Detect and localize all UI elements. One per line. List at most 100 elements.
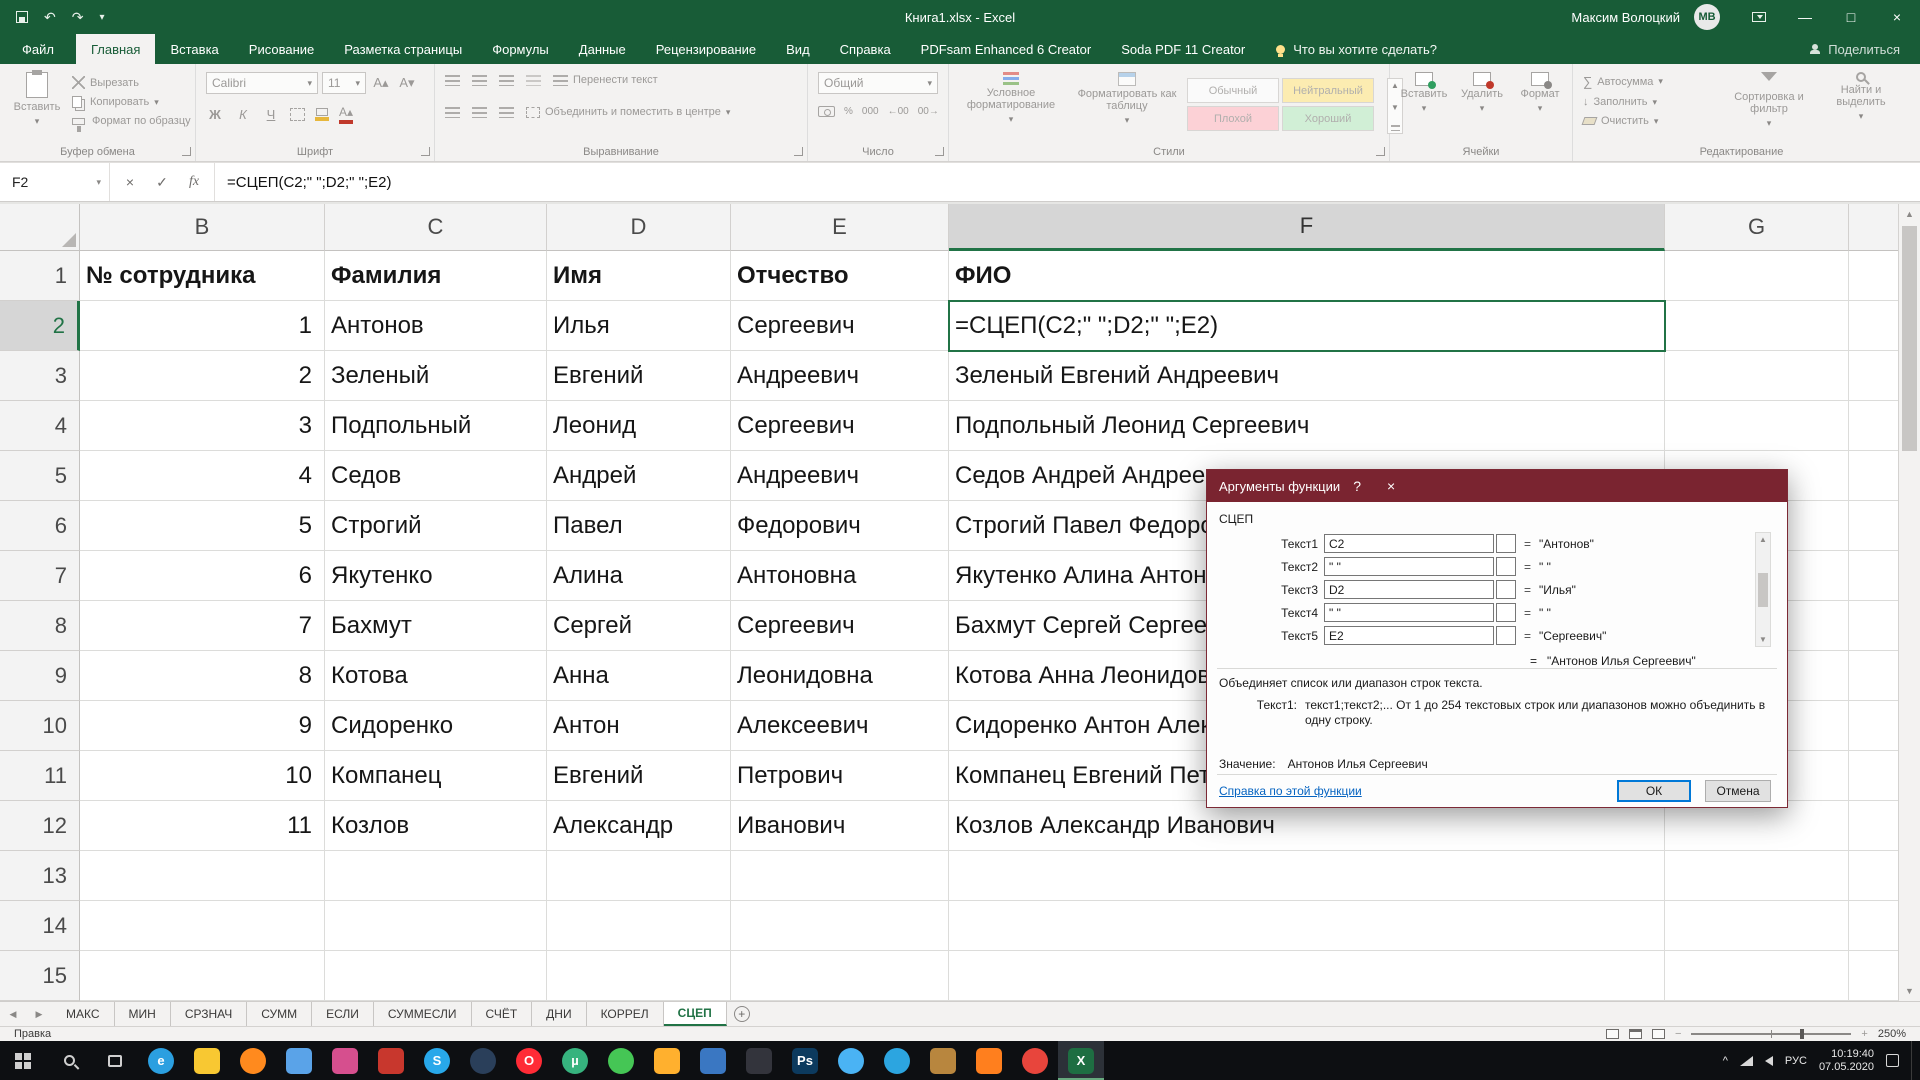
cancel-button[interactable]: Отмена <box>1705 780 1771 802</box>
row-header[interactable]: 5 <box>0 451 80 501</box>
minimize-button[interactable]: — <box>1782 0 1828 34</box>
row-header[interactable]: 12 <box>0 801 80 851</box>
cell-style-item[interactable]: Плохой <box>1187 106 1279 131</box>
taskbar-app[interactable] <box>874 1041 920 1080</box>
cell[interactable]: Антон <box>547 701 731 751</box>
cell[interactable]: 1 <box>80 301 325 351</box>
collapse-dialog-icon[interactable] <box>1496 557 1516 576</box>
fill-button[interactable]: ↓Заполнить▾ <box>1583 96 1663 108</box>
delete-cells-button[interactable]: Удалить ▾ <box>1454 72 1510 114</box>
column-header-b[interactable]: B <box>80 204 325 251</box>
taskbar-app[interactable]: O <box>506 1041 552 1080</box>
percent-style-icon[interactable]: % <box>844 106 853 117</box>
search-button[interactable] <box>46 1041 92 1080</box>
taskbar-app[interactable] <box>828 1041 874 1080</box>
ribbon-tab[interactable]: Разметка страницы <box>329 34 477 64</box>
cell[interactable]: Леонидовна <box>731 651 949 701</box>
cell[interactable]: 5 <box>80 501 325 551</box>
cell[interactable]: Павел <box>547 501 731 551</box>
increase-decimal-icon[interactable]: ←00 <box>888 106 909 117</box>
dialog-title-bar[interactable]: Аргументы функции ? × <box>1207 470 1787 502</box>
align-left-icon[interactable] <box>445 107 460 118</box>
cell-style-item[interactable]: Нейтральный <box>1282 78 1374 103</box>
cell[interactable]: Евгений <box>547 751 731 801</box>
column-header-d[interactable]: D <box>547 204 731 251</box>
taskbar-app[interactable] <box>276 1041 322 1080</box>
font-size-select[interactable]: 11▾ <box>322 72 366 94</box>
tab-file[interactable]: Файл <box>0 34 76 64</box>
cell[interactable]: Иванович <box>731 801 949 851</box>
cell[interactable] <box>1849 751 1898 801</box>
formula-input[interactable]: =СЦЕП(C2;" ";D2;" ";E2) <box>215 163 391 201</box>
column-header-e[interactable]: E <box>731 204 949 251</box>
cell[interactable]: Зеленый Евгений Андреевич <box>949 351 1665 401</box>
close-button[interactable]: × <box>1874 0 1920 34</box>
taskbar-app[interactable] <box>460 1041 506 1080</box>
row-header[interactable]: 4 <box>0 401 80 451</box>
ribbon-tab[interactable]: Формулы <box>477 34 564 64</box>
bold-button[interactable]: Ж <box>206 104 224 124</box>
cell[interactable]: № сотрудника <box>80 251 325 301</box>
cell[interactable] <box>949 901 1665 951</box>
row-header[interactable]: 14 <box>0 901 80 951</box>
customize-qat-icon[interactable]: ▾ <box>99 12 104 23</box>
cell[interactable] <box>1849 601 1898 651</box>
row-header[interactable]: 11 <box>0 751 80 801</box>
merge-center-button[interactable]: Объединить и поместить в центре▾ <box>526 106 730 118</box>
taskbar-app[interactable] <box>1012 1041 1058 1080</box>
cell[interactable] <box>949 951 1665 1001</box>
cell[interactable]: Алина <box>547 551 731 601</box>
row-header[interactable]: 7 <box>0 551 80 601</box>
format-as-table-button[interactable]: Форматировать как таблицу ▾ <box>1071 72 1183 126</box>
cell[interactable] <box>1849 551 1898 601</box>
cell[interactable]: 11 <box>80 801 325 851</box>
align-right-icon[interactable] <box>499 107 514 118</box>
cell[interactable]: 9 <box>80 701 325 751</box>
cell[interactable] <box>1849 651 1898 701</box>
font-color-button[interactable]: А▴ <box>339 105 353 124</box>
column-header-f[interactable]: F <box>949 204 1665 251</box>
cell[interactable]: Антонов <box>325 301 547 351</box>
cell[interactable]: Сергей <box>547 601 731 651</box>
cell[interactable]: Анна <box>547 651 731 701</box>
comma-style-icon[interactable]: 000 <box>862 106 879 117</box>
cell[interactable]: Андреевич <box>731 451 949 501</box>
insert-cells-button[interactable]: Вставить ▾ <box>1396 72 1452 114</box>
decrease-decimal-icon[interactable]: 00→ <box>918 106 939 117</box>
cell[interactable] <box>1849 701 1898 751</box>
vertical-scrollbar[interactable]: ▲ ▼ <box>1898 204 1920 1001</box>
cell[interactable] <box>1849 801 1898 851</box>
align-middle-icon[interactable] <box>472 75 487 86</box>
format-cells-button[interactable]: Формат ▾ <box>1512 72 1568 114</box>
cell[interactable] <box>1665 401 1849 451</box>
cell[interactable]: 6 <box>80 551 325 601</box>
ribbon-display-options-icon[interactable] <box>1736 0 1782 34</box>
network-icon[interactable] <box>1740 1056 1753 1066</box>
row-header[interactable]: 10 <box>0 701 80 751</box>
cell[interactable]: Евгений <box>547 351 731 401</box>
cell[interactable]: 3 <box>80 401 325 451</box>
tray-chevron-icon[interactable]: ^ <box>1723 1055 1728 1067</box>
taskbar-app[interactable] <box>736 1041 782 1080</box>
start-button[interactable] <box>0 1041 46 1080</box>
cell[interactable]: Илья <box>547 301 731 351</box>
taskbar-app[interactable] <box>966 1041 1012 1080</box>
cell[interactable]: Сергеевич <box>731 401 949 451</box>
cut-button[interactable]: Вырезать <box>72 76 191 89</box>
argument-input[interactable]: " " <box>1324 603 1494 622</box>
cell[interactable]: Козлов Александр Иванович <box>949 801 1665 851</box>
sheet-tab[interactable]: КОРРЕЛ <box>587 1002 664 1026</box>
cell[interactable]: Алексеевич <box>731 701 949 751</box>
autosum-button[interactable]: ∑Автосумма▾ <box>1583 74 1663 89</box>
user-name[interactable]: Максим Волоцкий <box>1571 10 1680 25</box>
ribbon-tab[interactable]: Главная <box>76 34 155 64</box>
dialog-launcher-icon[interactable] <box>1376 147 1385 156</box>
ribbon-tab[interactable]: Рецензирование <box>641 34 771 64</box>
volume-icon[interactable] <box>1765 1056 1773 1066</box>
sheet-tab[interactable]: СУММ <box>247 1002 312 1026</box>
grow-font-button[interactable]: А▴ <box>372 73 390 93</box>
cell[interactable] <box>1849 351 1898 401</box>
cell[interactable] <box>1665 301 1849 351</box>
page-layout-view-icon[interactable] <box>1629 1029 1642 1039</box>
function-help-link[interactable]: Справка по этой функции <box>1219 784 1362 798</box>
